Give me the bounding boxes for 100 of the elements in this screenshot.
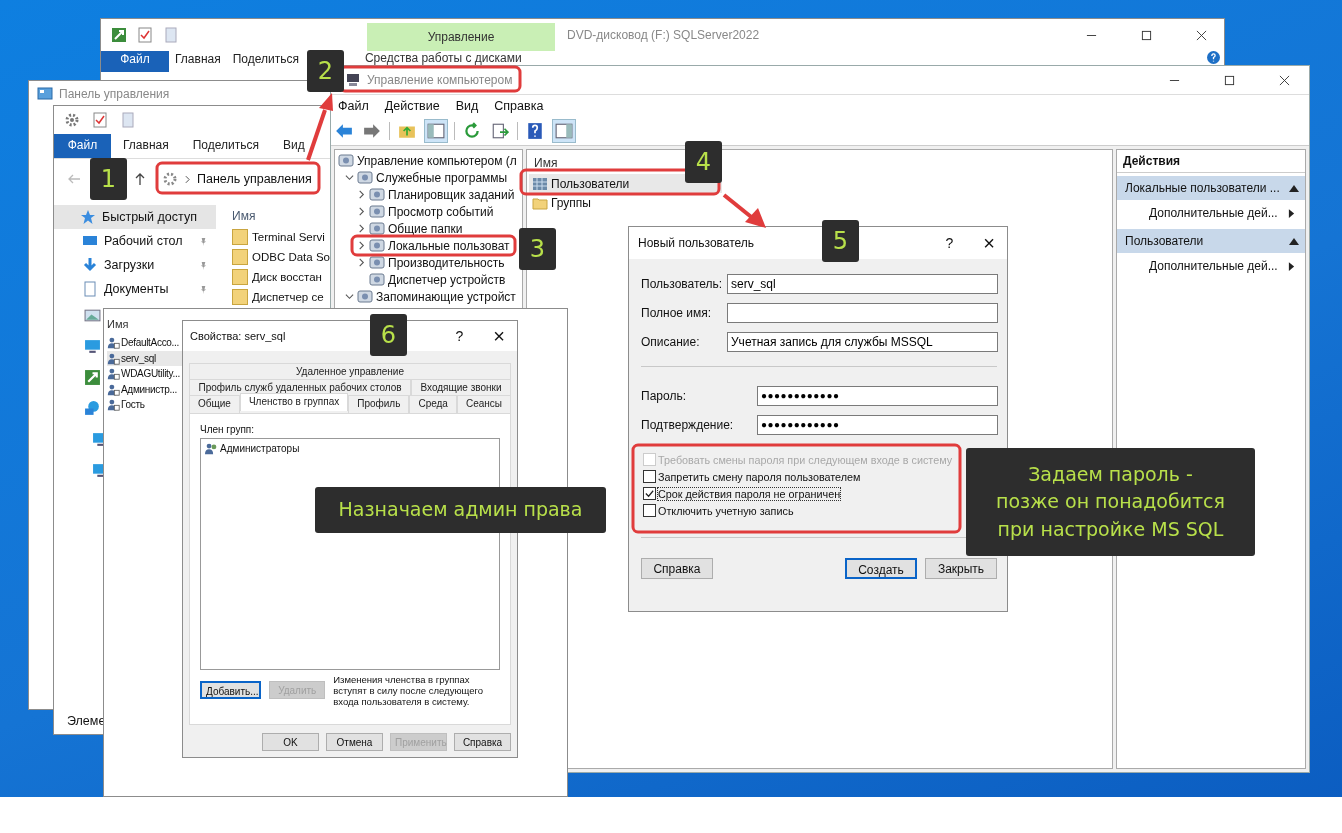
- menu-item[interactable]: Файл: [336, 99, 377, 113]
- tree-item[interactable]: Общие папки: [388, 221, 463, 236]
- tree-item[interactable]: Запоминающие устройст: [376, 289, 516, 304]
- close-icon[interactable]: [1279, 74, 1290, 86]
- chevron-icon[interactable]: [357, 241, 366, 250]
- dialog-button[interactable]: Справка: [454, 733, 511, 751]
- ribbon-tab[interactable]: Средства работы с дисками: [364, 51, 522, 65]
- checklist-icon[interactable]: [137, 27, 153, 43]
- panel-toggle-icon[interactable]: [552, 119, 576, 143]
- pointer-arrow: [722, 193, 766, 228]
- step-badge: 4: [685, 141, 722, 183]
- tree-item[interactable]: Производительность: [388, 255, 505, 270]
- nav-item[interactable]: Документы: [54, 277, 216, 301]
- checklist-icon[interactable]: [92, 112, 108, 128]
- menu-item[interactable]: Действие: [376, 99, 448, 113]
- chevron-icon[interactable]: [345, 292, 354, 301]
- close-button[interactable]: ×: [493, 324, 505, 348]
- dialog-button[interactable]: Закрыть: [925, 558, 997, 579]
- tree-item[interactable]: Планировщик заданий: [388, 187, 515, 202]
- nav-item[interactable]: Быстрый доступ: [54, 205, 216, 229]
- ribbon-tab[interactable]: Поделиться: [226, 51, 305, 72]
- dialog-button[interactable]: Создать: [845, 558, 917, 579]
- ribbon-tab[interactable]: Поделиться: [180, 134, 271, 158]
- maximize-icon[interactable]: [1224, 74, 1235, 86]
- tree-item[interactable]: Управление компьютером (л: [357, 153, 517, 168]
- maximize-icon[interactable]: [1141, 29, 1152, 41]
- field-label: Подтверждение:: [641, 417, 735, 432]
- dialog-tab[interactable]: Членство в группах: [239, 393, 349, 411]
- dialog-tab[interactable]: Среда: [409, 395, 457, 413]
- help-button[interactable]: ?: [945, 235, 954, 251]
- group-item[interactable]: Администраторы: [205, 442, 495, 455]
- user-row[interactable]: Администр...: [107, 381, 185, 397]
- ribbon-tab[interactable]: Главная: [169, 51, 227, 72]
- tree-item[interactable]: Диспетчер устройств: [388, 272, 506, 287]
- ribbon-tab[interactable]: Файл: [101, 51, 169, 72]
- properties-icon[interactable]: [111, 27, 127, 43]
- gear-icon[interactable]: [64, 112, 80, 128]
- file-item[interactable]: ODBC Data So: [232, 247, 330, 267]
- input-field[interactable]: [727, 302, 998, 323]
- action-section-header[interactable]: Пользователи: [1117, 229, 1305, 253]
- dialog-tab[interactable]: Входящие звонки: [411, 379, 511, 395]
- nav-item[interactable]: Загрузки: [54, 253, 216, 277]
- column-header[interactable]: Имя: [232, 205, 330, 227]
- checkbox[interactable]: [643, 504, 656, 517]
- file-item[interactable]: Диск восстан: [232, 267, 330, 287]
- chevron-icon[interactable]: [357, 224, 366, 233]
- checkbox[interactable]: [643, 470, 656, 483]
- list-item[interactable]: Пользователи: [529, 174, 722, 193]
- input-field[interactable]: serv_sql: [727, 273, 998, 294]
- ribbon-tab[interactable]: Главная: [111, 134, 181, 158]
- dialog-button[interactable]: Отмена: [326, 733, 383, 751]
- help-icon[interactable]: [1207, 51, 1220, 64]
- user-row[interactable]: WDAGUtility...: [107, 366, 185, 382]
- password-field[interactable]: ●●●●●●●●●●●●: [757, 385, 998, 406]
- action-item[interactable]: Дополнительные дей...: [1117, 253, 1305, 279]
- pin-icon[interactable]: [199, 284, 208, 294]
- submenu-arrow-icon: [1288, 261, 1295, 271]
- user-row[interactable]: Гость: [107, 397, 185, 413]
- checkbox-label[interactable]: Срок действия пароля не ограничен: [658, 487, 841, 500]
- user-row[interactable]: DefaultAcco...: [107, 335, 185, 351]
- dialog-tab[interactable]: Общие: [189, 395, 240, 413]
- chevron-icon[interactable]: [357, 190, 366, 199]
- help-button[interactable]: ?: [455, 328, 464, 344]
- checkbox-label[interactable]: Запретить смену пароля пользователем: [658, 470, 861, 483]
- dialog-tab[interactable]: Сеансы: [456, 395, 512, 413]
- file-item[interactable]: Terminal Servi: [232, 227, 330, 247]
- pin-icon[interactable]: [199, 236, 208, 246]
- checkbox[interactable]: [643, 487, 656, 500]
- tree-item[interactable]: Служебные программы: [376, 170, 508, 185]
- snap-in-icon: [357, 288, 373, 305]
- chevron-icon[interactable]: [357, 207, 366, 216]
- chevron-icon[interactable]: [345, 173, 354, 182]
- dialog-button[interactable]: Справка: [641, 558, 713, 579]
- input-field[interactable]: Учетная запись для службы MSSQL: [727, 331, 998, 352]
- dialog-tab[interactable]: Удаленное управление: [189, 363, 511, 379]
- user-row[interactable]: serv_sql: [107, 350, 185, 366]
- address-bar[interactable]: Панель управления: [158, 166, 316, 192]
- menu-item[interactable]: Вид: [447, 99, 487, 113]
- list-item[interactable]: Группы: [529, 193, 722, 212]
- action-section-header[interactable]: Локальные пользователи ...: [1117, 176, 1305, 200]
- dialog-tab[interactable]: Профиль служб удаленных рабочих столов: [189, 379, 412, 395]
- column-header[interactable]: Имя: [529, 152, 558, 174]
- password-field[interactable]: ●●●●●●●●●●●●: [757, 414, 998, 435]
- panel-toggle-icon[interactable]: [424, 119, 448, 143]
- ribbon-tab[interactable]: Вид: [270, 134, 317, 158]
- file-item[interactable]: Диспетчер се: [232, 287, 330, 307]
- close-icon[interactable]: [1196, 29, 1207, 41]
- pin-icon[interactable]: [199, 260, 208, 270]
- nav-item[interactable]: Рабочий стол: [54, 229, 216, 253]
- tree-item[interactable]: Просмотр событий: [388, 204, 494, 219]
- menu-item[interactable]: Справка: [486, 99, 552, 113]
- close-button[interactable]: ×: [983, 231, 995, 255]
- ribbon-tab[interactable]: Файл: [54, 134, 111, 158]
- dialog-button[interactable]: OK: [262, 733, 319, 751]
- tree-item[interactable]: Локальные пользоват: [388, 238, 510, 253]
- chevron-icon[interactable]: [357, 258, 366, 267]
- dialog-button[interactable]: Добавить...: [200, 681, 262, 699]
- checkbox-label[interactable]: Отключить учетную запись: [658, 504, 794, 517]
- dialog-tab[interactable]: Профиль: [348, 395, 410, 413]
- action-item[interactable]: Дополнительные дей...: [1117, 200, 1305, 226]
